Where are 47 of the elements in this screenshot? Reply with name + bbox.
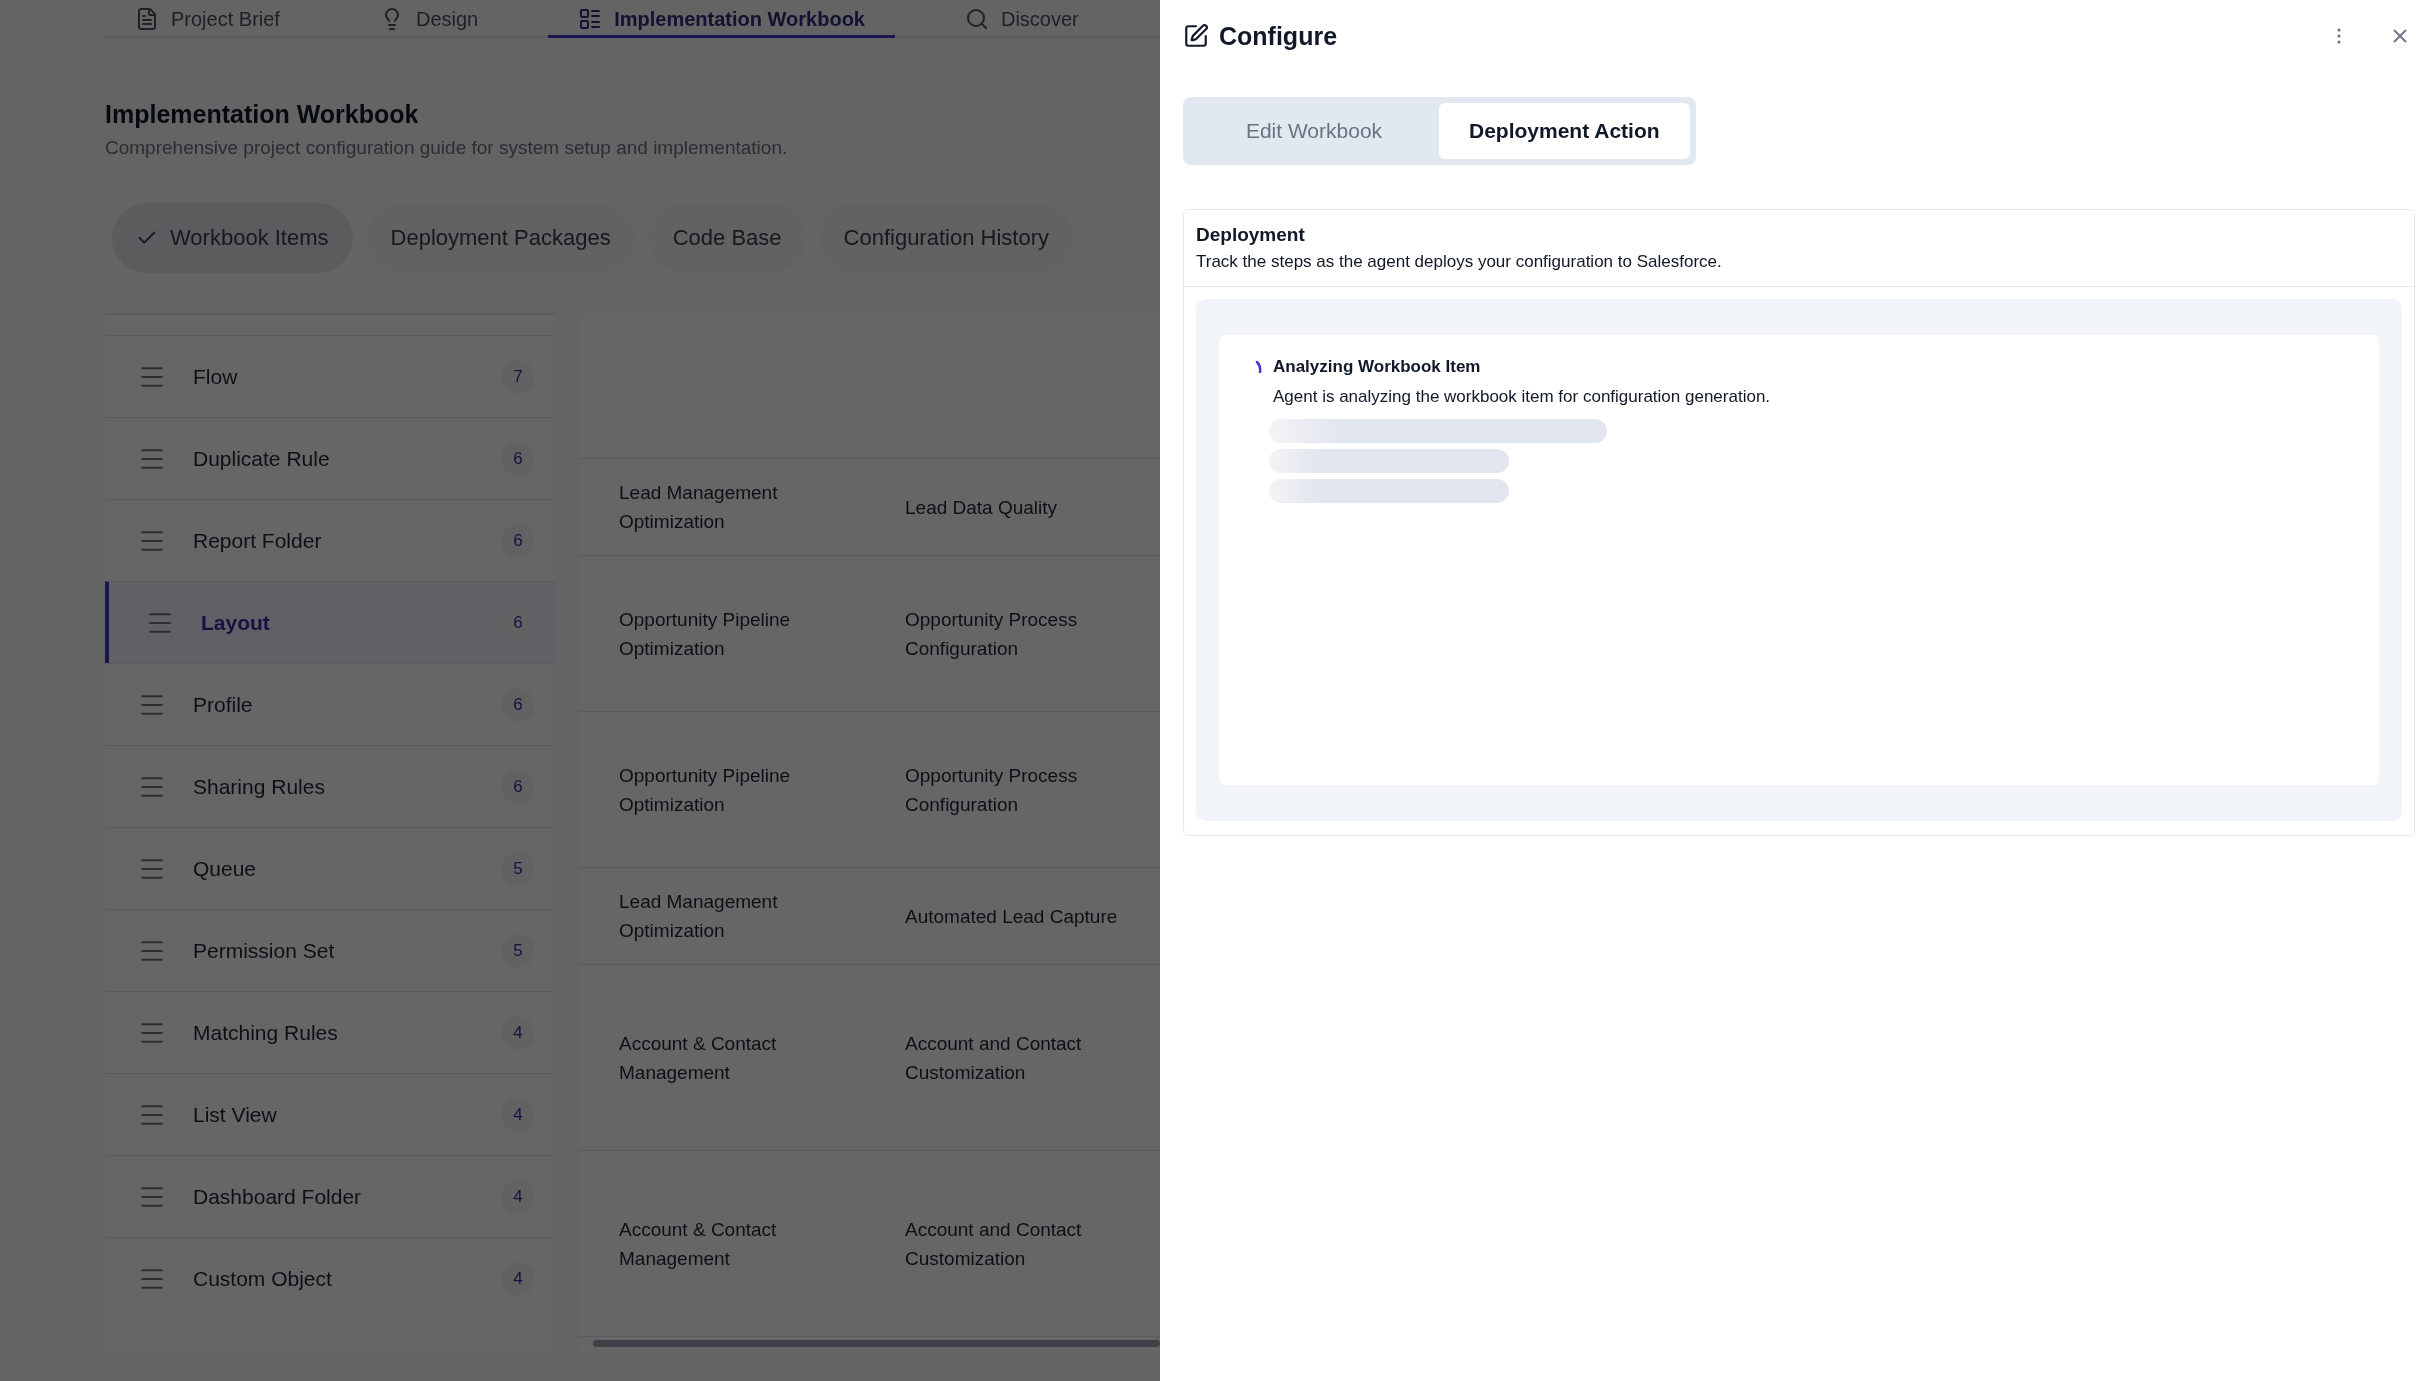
- search-icon: [964, 7, 989, 31]
- section-tab[interactable]: Workbook Items: [112, 203, 353, 273]
- scrollbar[interactable]: [593, 1340, 1160, 1347]
- count-badge: 5: [501, 933, 535, 968]
- nav-tab[interactable]: Design: [349, 7, 509, 38]
- table-cell-text: Opportunity Process Configuration: [905, 607, 1079, 661]
- count-badge: 6: [501, 441, 535, 476]
- table-cell-text: Opportunity Process Configuration: [905, 763, 1079, 817]
- more-icon: [2337, 28, 2341, 44]
- count-badge: 4: [501, 1179, 535, 1214]
- list-icon: [578, 7, 603, 31]
- edit-icon: [1183, 23, 1209, 49]
- page-title: Implementation Workbook: [105, 100, 420, 129]
- table-cell-text: Account and Contact Customization: [905, 1217, 1083, 1271]
- count-badge: 4: [501, 1261, 535, 1296]
- sidebar-item[interactable]: Layout 6: [105, 581, 555, 663]
- spinner-icon: [1255, 361, 1263, 373]
- count-badge: 6: [501, 769, 535, 804]
- nav-tab[interactable]: Project Brief: [105, 7, 310, 38]
- nav-tab[interactable]: Discover: [934, 7, 1109, 38]
- table-cell-text: Opportunity Pipeline Optimization: [619, 607, 792, 661]
- table-cell-text: Lead Management Optimization: [619, 481, 779, 534]
- mode-tab[interactable]: Edit Workbook: [1189, 103, 1439, 159]
- card-title: Deployment: [1196, 224, 1306, 246]
- table-cell-text: Account & Contact Management: [619, 1031, 778, 1085]
- count-badge: 6: [501, 523, 535, 558]
- table-cell-text: Account & Contact Management: [619, 1217, 778, 1271]
- count-badge: 5: [501, 851, 535, 886]
- count-badge: 4: [501, 1097, 535, 1132]
- table-cell-text: Lead Management Optimization: [619, 890, 779, 943]
- card-description: Track the steps as the agent deploys your configuration to Salesforce.: [1196, 252, 1723, 272]
- count-badge: 4: [501, 1015, 535, 1050]
- page-subtitle: Comprehensive project configuration guide for system setup and implementation.: [105, 137, 789, 159]
- count-badge: 6: [501, 605, 535, 640]
- mode-tab[interactable]: Deployment Action: [1439, 103, 1690, 159]
- table-cell-text: Account and Contact Customization: [905, 1031, 1083, 1085]
- count-badge: 6: [501, 687, 535, 722]
- modal-backdrop[interactable]: [0, 0, 1160, 1381]
- table-cell-text: Lead Data Quality: [905, 495, 1059, 520]
- table-cell-text: Opportunity Pipeline Optimization: [619, 763, 792, 817]
- step-title: Analyzing Workbook Item: [1273, 357, 1481, 377]
- table-cell-text: Automated Lead Capture: [905, 904, 1119, 929]
- step-description: Agent is analyzing the workbook item for configuration generation.: [1273, 387, 1772, 407]
- document-icon: [135, 7, 159, 31]
- count-badge: 7: [501, 359, 535, 394]
- panel-title: Configure: [1219, 21, 1339, 51]
- nav-tab[interactable]: Implementation Workbook: [548, 7, 895, 38]
